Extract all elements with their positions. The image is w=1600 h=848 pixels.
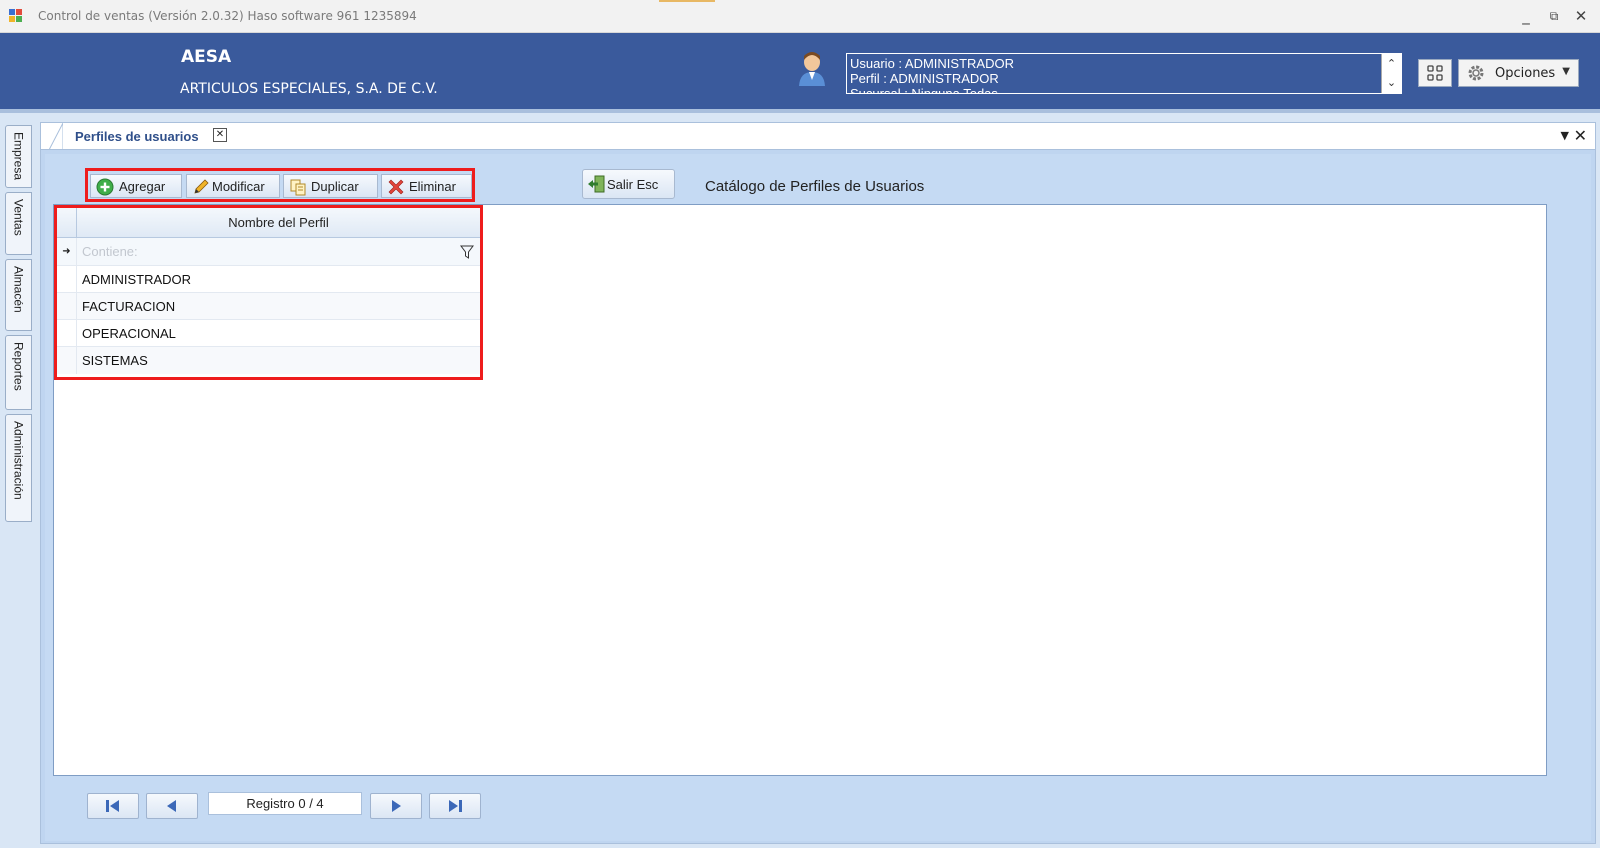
profile-name-cell: OPERACIONAL — [82, 326, 176, 341]
chevron-up-icon[interactable]: ⌃ — [1382, 54, 1401, 73]
caret-down-icon: ▼ — [1562, 66, 1570, 77]
duplicate-icon — [290, 179, 306, 196]
apps-grid-button[interactable] — [1418, 59, 1452, 87]
side-tab-ventas[interactable]: Ventas — [5, 192, 32, 255]
catalog-panel: Agregar Modificar Duplicar Eliminar Sali… — [45, 154, 1591, 841]
side-tab-empresa[interactable]: Empresa — [5, 125, 32, 188]
profile-name-cell: FACTURACION — [82, 299, 176, 314]
exit-icon — [588, 175, 605, 193]
grid-icon — [1427, 65, 1443, 81]
minimize-button[interactable]: _ — [1516, 6, 1536, 26]
user-info-box[interactable]: Usuario : ADMINISTRADOR Perfil : ADMINIS… — [846, 53, 1402, 94]
action-toolbar: Agregar Modificar Duplicar Eliminar — [85, 168, 475, 202]
prev-icon — [167, 800, 176, 812]
window-title: Control de ventas (Versión 2.0.32) Haso … — [38, 9, 417, 23]
restore-button[interactable]: ⧉ — [1544, 6, 1564, 26]
record-indicator: Registro 0 / 4 — [208, 792, 362, 815]
delete-icon — [388, 179, 404, 195]
close-button[interactable]: ✕ — [1571, 6, 1591, 26]
delete-button[interactable]: Eliminar — [381, 174, 472, 198]
document-area: Perfiles de usuarios ✕ ▼ ✕ Agregar Modif… — [36, 117, 1600, 848]
last-icon — [449, 800, 462, 812]
grid-header: Nombre del Perfil — [57, 208, 480, 238]
header-indicator-cell — [57, 208, 77, 238]
table-row[interactable]: OPERACIONAL — [57, 320, 480, 347]
document-panel: Agregar Modificar Duplicar Eliminar Sali… — [40, 149, 1596, 844]
tab-close-icon[interactable]: ✕ — [213, 128, 227, 142]
side-tab-administracion[interactable]: Administración — [5, 414, 32, 522]
user-line: Usuario : ADMINISTRADOR — [850, 56, 1014, 71]
chevron-down-icon[interactable]: ⌄ — [1382, 73, 1401, 92]
edit-button[interactable]: Modificar — [186, 174, 280, 198]
user-info-scroller[interactable]: ⌃ ⌄ — [1381, 54, 1401, 93]
company-full-name: ARTICULOS ESPECIALES, S.A. DE C.V. — [180, 81, 438, 97]
tab-edge — [49, 123, 63, 150]
options-button[interactable]: Opciones ▼ — [1458, 59, 1579, 87]
document-tab-strip: Perfiles de usuarios ✕ ▼ ✕ — [40, 122, 1596, 150]
gear-icon — [1468, 65, 1484, 81]
branch-line: Sucursal : Ninguna Todas — [850, 86, 998, 94]
filter-row[interactable]: ➜ Contiene: — [57, 238, 480, 266]
avatar-icon — [799, 52, 825, 86]
next-icon — [392, 800, 401, 812]
tab-label: Perfiles de usuarios — [75, 129, 199, 144]
previous-record-button[interactable] — [146, 793, 198, 819]
first-record-button[interactable] — [87, 793, 139, 819]
close-document-icon[interactable]: ✕ — [1574, 126, 1587, 145]
add-button[interactable]: Agregar — [90, 174, 182, 198]
exit-button[interactable]: Salir Esc — [582, 169, 675, 199]
header-banner: AESA ARTICULOS ESPECIALES, S.A. DE C.V. … — [0, 33, 1600, 113]
app-icon — [9, 9, 23, 23]
column-header-profile-name[interactable]: Nombre del Perfil — [77, 208, 480, 238]
profile-line: Perfil : ADMINISTRADOR — [850, 71, 999, 86]
table-row[interactable]: FACTURACION — [57, 293, 480, 320]
title-accent — [659, 0, 715, 2]
filter-input[interactable]: Contiene: — [82, 244, 138, 259]
next-record-button[interactable] — [370, 793, 422, 819]
title-bar: Control de ventas (Versión 2.0.32) Haso … — [0, 0, 1600, 33]
tab-perfiles-de-usuarios[interactable]: Perfiles de usuarios ✕ — [49, 123, 237, 150]
profile-name-cell: ADMINISTRADOR — [82, 272, 192, 287]
grid-highlight: Nombre del Perfil ➜ Contiene: ADMINISTRA… — [54, 205, 483, 380]
company-short-name: AESA — [181, 47, 232, 67]
profiles-grid: Nombre del Perfil ➜ Contiene: ADMINISTRA… — [53, 204, 1547, 776]
options-label: Opciones — [1495, 66, 1556, 81]
profile-name-cell: SISTEMAS — [82, 353, 148, 368]
catalog-title: Catálogo de Perfiles de Usuarios — [705, 178, 925, 195]
tab-list-dropdown-icon[interactable]: ▼ — [1561, 129, 1569, 142]
first-icon — [106, 800, 119, 812]
filter-icon[interactable] — [460, 245, 474, 259]
side-tab-reportes[interactable]: Reportes — [5, 335, 32, 410]
side-navigation: Empresa Ventas Almacén Reportes Administ… — [0, 117, 36, 848]
last-record-button[interactable] — [429, 793, 481, 819]
pencil-icon — [194, 179, 209, 194]
side-tab-almacen[interactable]: Almacén — [5, 259, 32, 331]
table-row[interactable]: ADMINISTRADOR — [57, 266, 480, 293]
row-pointer-icon: ➜ — [57, 238, 77, 265]
duplicate-button[interactable]: Duplicar — [283, 174, 378, 198]
add-icon — [96, 178, 114, 196]
table-row[interactable]: SISTEMAS — [57, 347, 480, 374]
